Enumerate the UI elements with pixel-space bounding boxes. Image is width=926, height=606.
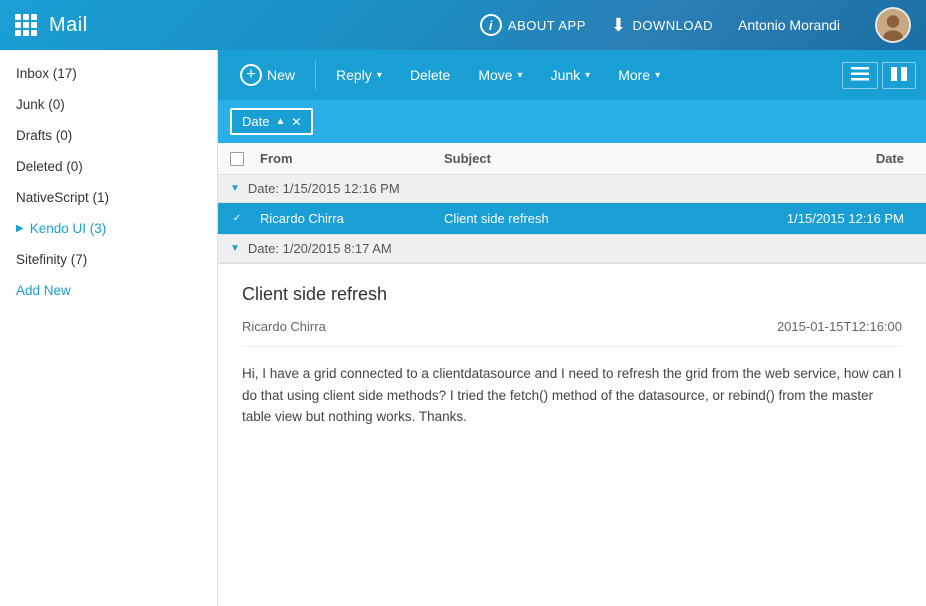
new-button[interactable]: + New [228,58,307,92]
move-button[interactable]: Move [466,61,534,89]
sidebar-item-kendo[interactable]: ▶ Kendo UI (3) [0,213,217,244]
date-filter-chip[interactable]: Date ▲ ✕ [230,108,313,135]
list-header: From Subject Date [218,143,926,175]
toolbar: + New Reply Delete Move Junk More [218,50,926,100]
list-view-button[interactable] [842,62,878,89]
email-row-1[interactable]: Ricardo Chirra Client side refresh 1/15/… [218,203,926,235]
preview-sender: Ricardo Chirra [242,319,326,334]
split-view-button[interactable] [882,62,916,89]
preview-meta: Ricardo Chirra 2015-01-15T12:16:00 [242,319,902,347]
nav-links: i ABOUT APP ⬇ DOWNLOAD Antonio Morandi [480,7,911,43]
collapse-icon-2: ▼ [230,243,240,254]
sidebar: Inbox (17) Junk (0) Drafts (0) Deleted (… [0,50,218,606]
group-label-2: Date: 1/20/2015 8:17 AM [248,241,392,256]
new-icon: + [240,64,262,86]
sidebar-item-sitefinity-label: Sitefinity (7) [16,252,87,267]
row-subject-1: Client side refresh [444,211,751,226]
header-date: Date [751,151,914,166]
sidebar-item-junk[interactable]: Junk (0) [0,89,217,120]
download-icon: ⬇ [611,15,627,36]
row-date-1: 1/15/2015 12:16 PM [751,211,914,226]
sidebar-item-kendo-label: Kendo UI (3) [30,221,107,236]
sidebar-item-deleted[interactable]: Deleted (0) [0,151,217,182]
collapse-icon-1: ▼ [230,183,240,194]
reply-button[interactable]: Reply [324,61,394,89]
app-title: Mail [49,14,88,37]
email-preview: Client side refresh Ricardo Chirra 2015-… [218,263,926,606]
sort-arrow-icon: ▲ [275,116,285,127]
about-link[interactable]: i ABOUT APP [480,14,586,36]
download-link[interactable]: ⬇ DOWNLOAD [611,15,713,36]
main-layout: Inbox (17) Junk (0) Drafts (0) Deleted (… [0,50,926,606]
apps-icon[interactable] [15,14,37,36]
preview-body: Hi, I have a grid connected to a clientd… [242,363,902,428]
content-area: + New Reply Delete Move Junk More [218,50,926,606]
filter-chip-label: Date [242,114,269,129]
download-label: DOWNLOAD [632,18,713,33]
filter-bar: Date ▲ ✕ [218,100,926,143]
sidebar-item-sitefinity[interactable]: Sitefinity (7) [0,244,217,275]
remove-filter-icon[interactable]: ✕ [291,115,301,129]
group-row-1[interactable]: ▼ Date: 1/15/2015 12:16 PM [218,175,926,203]
group-row-2[interactable]: ▼ Date: 1/20/2015 8:17 AM [218,235,926,263]
email-list: From Subject Date ▼ Date: 1/15/2015 12:1… [218,143,926,263]
header-subject: Subject [444,151,751,166]
select-all-checkbox[interactable] [230,152,244,166]
add-new-button[interactable]: Add New [0,275,217,306]
row-check-1[interactable] [230,212,260,226]
toolbar-separator [315,60,316,90]
header-from: From [260,151,444,166]
sidebar-item-nativescript[interactable]: NativeScript (1) [0,182,217,213]
group-label-1: Date: 1/15/2015 12:16 PM [248,181,400,196]
sidebar-item-junk-label: Junk (0) [16,97,65,112]
junk-button[interactable]: Junk [539,61,603,89]
preview-timestamp: 2015-01-15T12:16:00 [777,319,902,334]
row-checkbox-1[interactable] [230,212,244,226]
row-from-1: Ricardo Chirra [260,211,444,226]
sidebar-item-inbox-label: Inbox (17) [16,66,77,81]
sidebar-item-drafts[interactable]: Drafts (0) [0,120,217,151]
delete-button[interactable]: Delete [398,61,462,89]
sidebar-item-inbox[interactable]: Inbox (17) [0,58,217,89]
sidebar-item-drafts-label: Drafts (0) [16,128,72,143]
chevron-icon: ▶ [16,223,24,234]
sidebar-item-deleted-label: Deleted (0) [16,159,83,174]
preview-title: Client side refresh [242,284,902,305]
sidebar-item-nativescript-label: NativeScript (1) [16,190,109,205]
info-icon: i [480,14,502,36]
avatar[interactable] [875,7,911,43]
top-header: Mail i ABOUT APP ⬇ DOWNLOAD Antonio Mora… [0,0,926,50]
about-label: ABOUT APP [508,18,586,33]
view-controls [842,62,916,89]
header-check [230,152,260,166]
more-button[interactable]: More [606,61,672,89]
user-name: Antonio Morandi [738,17,840,33]
